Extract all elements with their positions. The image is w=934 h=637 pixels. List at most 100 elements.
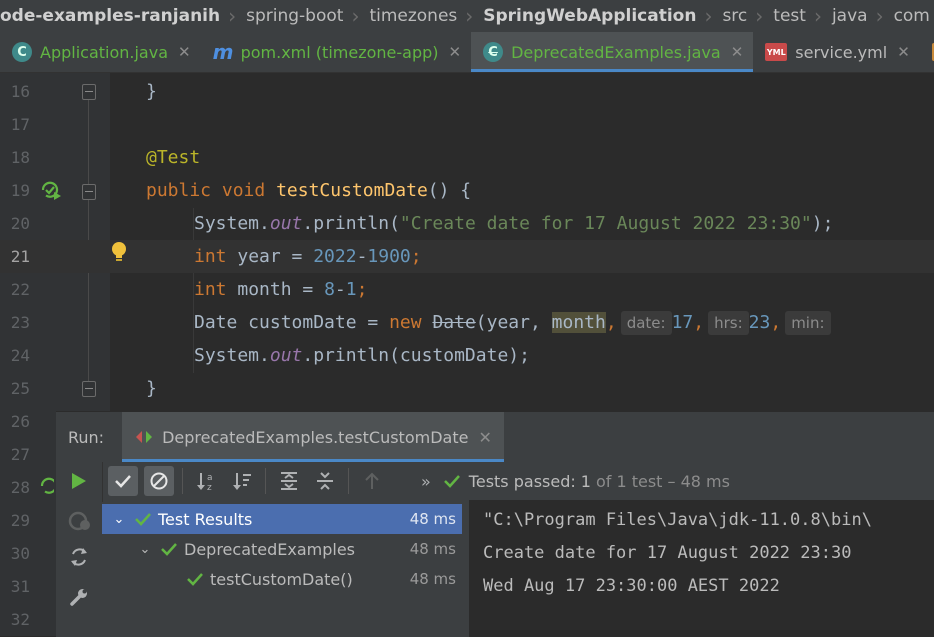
code-text[interactable]: System.out.println(customDate); [194,339,530,372]
checkmark-icon [115,475,131,488]
test-results-tree: ⌄ Test Results 48 ms ⌄ DeprecatedExample… [102,502,462,637]
code-text[interactable]: System.out.println("Create date for 17 A… [194,207,833,240]
close-icon[interactable]: ✕ [178,43,191,61]
rerun-button[interactable] [66,468,92,494]
expand-all-icon [281,472,297,490]
breadcrumb-chevron-icon: › [228,4,237,28]
tab-application-java[interactable]: C Application.java ✕ [0,32,201,72]
wrench-icon [70,589,87,606]
line-number: 32 [10,610,30,629]
sort-alphabetically-button[interactable]: a z [191,466,221,496]
fold-icon[interactable] [82,84,96,100]
param-hint-min: min: [785,311,831,335]
rerun-failed-button[interactable] [66,508,92,534]
toggle-auto-test-button[interactable] [66,544,92,570]
console-line: "C:\Program Files\Java\jdk-11.0.8\bin\ [483,510,872,530]
line-number: 25 [10,379,30,398]
breadcrumb-test[interactable]: test [767,6,812,26]
run-header: Run: DeprecatedExamples.testCustomDate ✕ [56,412,934,462]
code-line: 19 public void testCustomDate() { [0,174,934,207]
settings-button[interactable] [66,584,92,610]
java-class-icon: C [483,42,504,62]
test-status: Tests passed: 1 of 1 test – 48 ms [443,472,730,491]
code-text[interactable]: public void testCustomDate() { [146,174,471,207]
breadcrumb-timezones[interactable]: timezones [363,6,463,26]
chevron-down-icon[interactable]: ⌄ [138,542,152,557]
run-tab-label: DeprecatedExamples.testCustomDate [162,427,469,447]
code-text[interactable]: int month = 8-1; [194,273,367,306]
expand-all-button[interactable] [274,466,304,496]
checkmark-icon [443,475,460,488]
line-number: 30 [10,544,30,563]
code-line: 18 @Test [0,141,934,174]
auto-test-icon [71,548,87,566]
tab-label: DeprecatedExamples.java [511,42,721,62]
status-prefix: Tests passed: [468,471,576,491]
run-test-icon[interactable] [40,476,54,496]
svg-text:z: z [207,483,212,492]
code-text[interactable]: } [146,75,157,108]
run-label: Run: [68,427,105,447]
line-number: 23 [10,313,30,332]
code-text[interactable]: Date customDate = new Date(year, month, d… [194,306,831,339]
code-text[interactable]: } [146,372,157,405]
status-count: 1 [580,471,591,491]
tab-label: pom.xml (timezone-app) [240,42,439,62]
lightbulb-icon[interactable] [110,241,128,263]
more-actions-icon[interactable]: » [421,472,431,491]
code-text[interactable]: int year = 2022-1900; [194,240,422,273]
param-hint-hrs: hrs: [708,311,749,335]
breadcrumb-project[interactable]: ode-examples-ranjanih [0,6,226,26]
chevron-down-icon[interactable]: ⌄ [112,512,126,527]
tree-time: 48 ms [409,570,456,588]
previous-failed-button[interactable] [357,466,387,496]
checkmark-icon [187,573,203,586]
code-text[interactable]: @Test [146,141,200,174]
code-line: 25 } [0,372,934,405]
param-hint-date: date: [620,311,672,335]
show-passed-button[interactable] [108,466,138,496]
tab-service-yml[interactable]: YML service.yml ✕ [753,32,919,72]
breadcrumb-java[interactable]: java [826,6,874,26]
toolbar-separator [348,468,349,494]
breadcrumb-chevron-icon: › [875,4,884,28]
ignored-icon [150,472,168,490]
close-icon[interactable]: ✕ [731,43,744,61]
toolbar-separator [265,468,266,494]
run-config-tab[interactable]: DeprecatedExamples.testCustomDate ✕ [122,412,504,462]
breadcrumb-src[interactable]: src [716,6,753,26]
close-icon[interactable]: ✕ [449,43,462,61]
line-number: 24 [10,346,30,365]
breadcrumb-spring-boot[interactable]: spring-boot [240,6,349,26]
tree-time: 48 ms [409,540,456,558]
close-icon[interactable]: ✕ [478,428,491,447]
line-number: 28 [10,478,30,497]
close-icon[interactable]: ✕ [897,43,910,61]
show-ignored-button[interactable] [144,466,174,496]
tab-next-file[interactable]: J [920,32,934,72]
code-line: 23 Date customDate = new Date(year, mont… [0,306,934,339]
tree-row-test-custom-date[interactable]: testCustomDate() 48 ms [102,564,462,594]
collapse-all-button[interactable] [310,466,340,496]
tab-deprecated-examples[interactable]: C DeprecatedExamples.java ✕ [471,32,754,72]
breadcrumb-module[interactable]: SpringWebApplication [477,6,702,26]
tab-pom-xml[interactable]: m pom.xml (timezone-app) ✕ [201,32,471,72]
tree-label: Test Results [158,509,253,529]
editor-tabs: C Application.java ✕ m pom.xml (timezone… [0,32,934,73]
fold-icon[interactable] [82,184,96,200]
fold-icon[interactable] [82,381,96,397]
run-side-toolbar [56,462,103,637]
tree-time: 48 ms [409,510,456,528]
line-number: 18 [10,148,30,167]
console-line: Create date for 17 August 2022 23:30 [483,543,852,563]
sort-by-duration-button[interactable] [227,466,257,496]
tree-label: DeprecatedExamples [184,539,356,559]
run-test-icon[interactable] [40,180,62,200]
tree-row-deprecated-examples[interactable]: ⌄ DeprecatedExamples 48 ms [102,534,462,564]
line-number: 29 [10,511,30,530]
code-line-current: 21 int year = 2022-1900; [0,240,934,273]
collapse-all-icon [317,472,333,490]
breadcrumb-com[interactable]: com [888,6,934,26]
console-output[interactable]: "C:\Program Files\Java\jdk-11.0.8\bin\ C… [469,500,934,637]
tree-row-test-results[interactable]: ⌄ Test Results 48 ms [102,504,462,534]
